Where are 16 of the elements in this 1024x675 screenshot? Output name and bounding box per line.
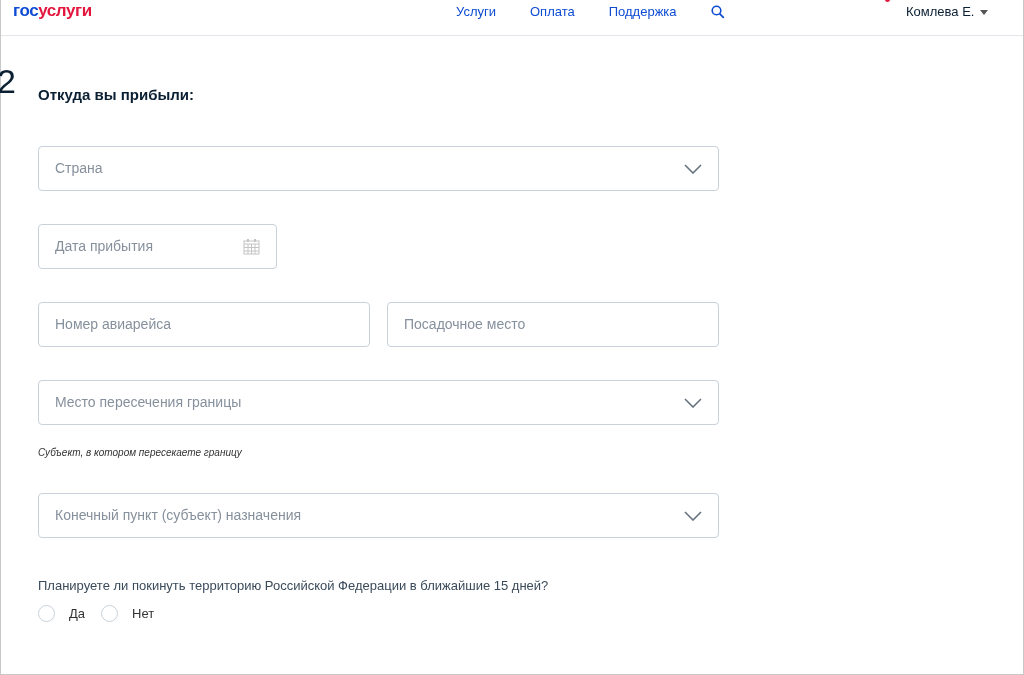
caret-icon <box>980 9 989 15</box>
user-menu[interactable]: Комлева Е. <box>906 2 989 22</box>
nav-link[interactable]: Поддержка <box>608 2 677 22</box>
nav-link[interactable]: Услуги <box>456 2 496 22</box>
section-title: Откуда вы прибыли: <box>38 86 195 104</box>
radio-option[interactable]: Нет <box>101 603 155 623</box>
chevron-icon <box>684 510 702 521</box>
search-icon[interactable] <box>710 5 725 19</box>
nav-link[interactable]: Оплата <box>530 2 575 22</box>
chevron-icon <box>684 163 702 174</box>
radio-option[interactable]: Да <box>38 603 86 623</box>
logo[interactable]: госуслуги <box>13 0 92 24</box>
calendar-icon[interactable] <box>243 238 260 255</box>
field-hint: Субъект, в котором пересекаете границу <box>38 446 243 460</box>
chevron-icon <box>684 397 702 408</box>
question-text: Планируете ли покинуть территорию Российской Федерации в ближайшие 15 дней? <box>38 577 550 595</box>
